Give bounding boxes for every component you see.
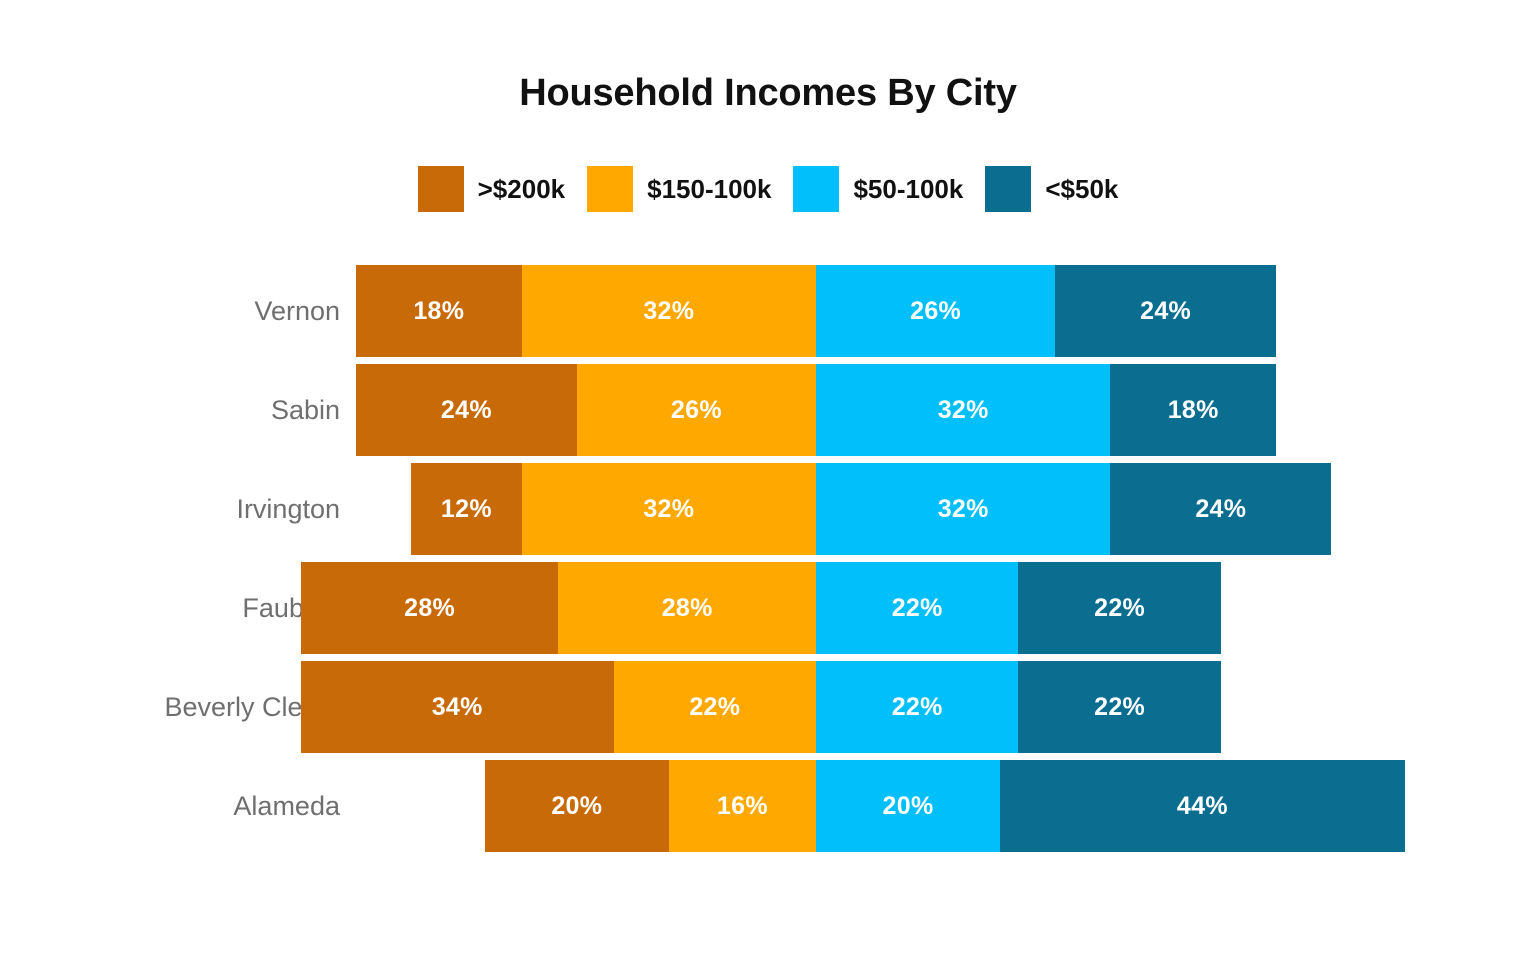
bar-value-label: 34%	[431, 692, 483, 721]
bar-value-label: 20%	[882, 791, 934, 820]
bar-segments: 28% 28% 22% 22%	[0, 562, 1536, 654]
bar-row: Sabin 24% 26% 32% 18%	[0, 364, 1536, 456]
bar-segment[interactable]: 20%	[816, 760, 1000, 852]
bar-segment[interactable]: 32%	[521, 463, 816, 555]
bar-segment[interactable]: 34%	[300, 661, 614, 753]
bar-segment[interactable]: 22%	[1018, 661, 1221, 753]
legend-item-label: >$200k	[477, 173, 566, 204]
legend-swatch-icon	[793, 166, 840, 212]
bar-row: Vernon 18% 32% 26% 24%	[0, 265, 1536, 357]
legend-swatch-icon	[417, 166, 464, 212]
bar-value-label: 22%	[689, 692, 741, 721]
bar-segment[interactable]: 24%	[356, 364, 577, 456]
legend-swatch-icon	[985, 166, 1032, 212]
bar-value-label: 18%	[1167, 395, 1219, 424]
chart-canvas: Household Incomes By City >$200k $150-100…	[0, 0, 1536, 960]
chart-legend: >$200k $150-100k $50-100k <$50k	[0, 166, 1536, 212]
legend-item-label: $150-100k	[647, 173, 772, 204]
legend-item[interactable]: <$50k	[985, 166, 1118, 212]
bar-segment[interactable]: 26%	[816, 265, 1056, 357]
bar-value-label: 28%	[404, 593, 456, 622]
bar-segment[interactable]: 24%	[1055, 265, 1276, 357]
bar-segment[interactable]: 18%	[1110, 364, 1276, 456]
bar-segment[interactable]: 32%	[816, 364, 1111, 456]
bar-segments: 18% 32% 26% 24%	[0, 265, 1536, 357]
bar-segment[interactable]: 12%	[411, 463, 522, 555]
bar-value-label: 16%	[716, 791, 768, 820]
bar-value-label: 24%	[440, 395, 492, 424]
bar-value-label: 32%	[643, 296, 695, 325]
legend-item[interactable]: >$200k	[417, 166, 587, 212]
bar-segment[interactable]: 26%	[576, 364, 816, 456]
bar-segment[interactable]: 22%	[1018, 562, 1221, 654]
bar-row: Alameda 20% 16% 20% 44%	[0, 760, 1536, 852]
legend-item[interactable]: $50-100k	[793, 166, 985, 212]
bar-segment[interactable]: 28%	[300, 562, 559, 654]
bar-value-label: 22%	[1094, 692, 1146, 721]
bar-segment[interactable]: 28%	[558, 562, 816, 654]
bar-row: Faubion 28% 28% 22% 22%	[0, 562, 1536, 654]
bar-value-label: 44%	[1176, 791, 1228, 820]
legend-item-label: <$50k	[1045, 173, 1119, 204]
bar-segment[interactable]: 44%	[1000, 760, 1405, 852]
legend-item-label: $50-100k	[853, 173, 964, 204]
bar-value-label: 26%	[670, 395, 722, 424]
bar-value-label: 32%	[643, 494, 695, 523]
bar-segment[interactable]: 22%	[816, 661, 1019, 753]
chart-plot-area: Vernon 18% 32% 26% 24% Sabin 24% 26% 32% 18% Irvin…	[0, 265, 1536, 865]
bar-value-label: 22%	[891, 593, 943, 622]
bar-segment[interactable]: 32%	[521, 265, 816, 357]
bar-value-label: 18%	[413, 296, 465, 325]
bar-value-label: 12%	[440, 494, 492, 523]
bar-segment[interactable]: 16%	[668, 760, 816, 852]
bar-segment[interactable]: 20%	[484, 760, 669, 852]
bar-row: Irvington 12% 32% 32% 24%	[0, 463, 1536, 555]
bar-segments: 20% 16% 20% 44%	[0, 760, 1536, 852]
bar-value-label: 22%	[1094, 593, 1146, 622]
bar-value-label: 24%	[1195, 494, 1247, 523]
bar-value-label: 20%	[551, 791, 603, 820]
chart-title: Household Incomes By City	[519, 72, 1017, 114]
bar-segments: 12% 32% 32% 24%	[0, 463, 1536, 555]
bar-segments: 24% 26% 32% 18%	[0, 364, 1536, 456]
legend-item[interactable]: $150-100k	[587, 166, 793, 212]
bar-segment[interactable]: 18%	[356, 265, 522, 357]
legend-swatch-icon	[587, 166, 634, 212]
bar-segment[interactable]: 22%	[613, 661, 816, 753]
bar-segments: 34% 22% 22% 22%	[0, 661, 1536, 753]
bar-segment[interactable]: 22%	[816, 562, 1019, 654]
bar-segment[interactable]: 32%	[816, 463, 1111, 555]
bar-value-label: 26%	[910, 296, 962, 325]
bar-value-label: 22%	[891, 692, 943, 721]
bar-value-label: 24%	[1140, 296, 1192, 325]
bar-value-label: 28%	[661, 593, 713, 622]
bar-segment[interactable]: 24%	[1110, 463, 1332, 555]
bar-value-label: 32%	[937, 395, 989, 424]
bar-row: Beverly Cleary 34% 22% 22% 22%	[0, 661, 1536, 753]
bar-value-label: 32%	[937, 494, 989, 523]
